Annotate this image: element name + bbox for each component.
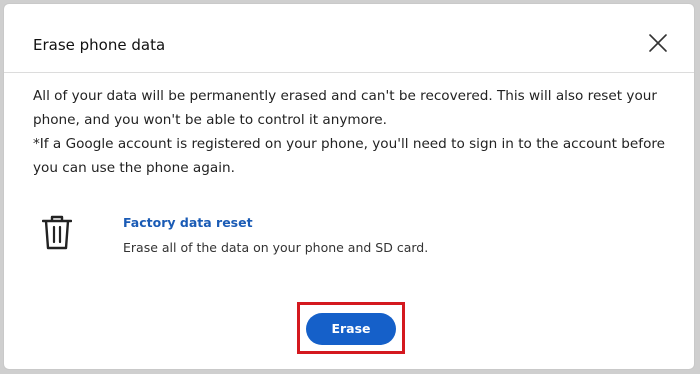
description-line: you can use the phone again. (33, 160, 235, 176)
erase-button[interactable]: Erase (306, 313, 396, 345)
description-line: All of your data will be permanently era… (33, 88, 657, 104)
erase-phone-data-dialog: Erase phone data All of your data will b… (3, 3, 695, 370)
dialog-header: Erase phone data (4, 4, 694, 73)
dialog-title: Erase phone data (33, 36, 166, 54)
factory-data-reset-link[interactable]: Factory data reset (123, 215, 253, 231)
close-button[interactable] (646, 31, 670, 55)
factory-data-reset-description: Erase all of the data on your phone and … (123, 240, 429, 255)
description-line: *If a Google account is registered on yo… (33, 136, 666, 152)
close-icon (649, 34, 667, 52)
dialog-description: All of your data will be permanently era… (33, 84, 678, 180)
trash-icon (42, 215, 72, 250)
description-line: phone, and you won't be able to control … (33, 112, 387, 128)
